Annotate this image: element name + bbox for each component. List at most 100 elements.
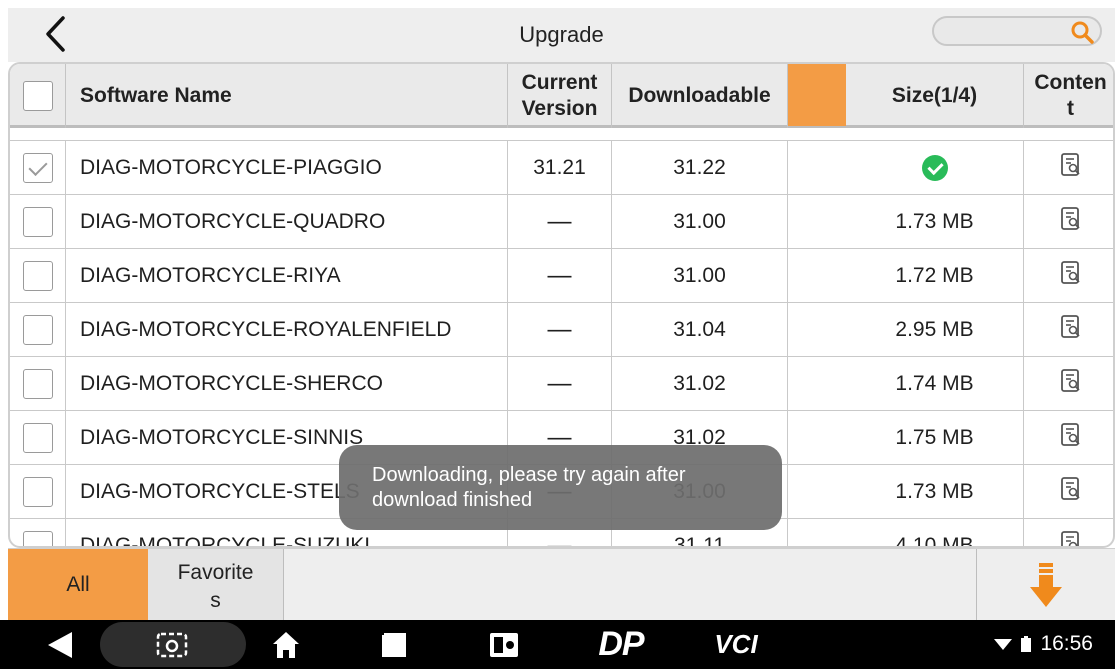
recents-icon <box>382 632 406 657</box>
content-view-icon[interactable] <box>1060 314 1082 346</box>
vci-logo: VCI <box>714 629 758 659</box>
row-checkbox[interactable] <box>22 477 53 507</box>
screenshot-icon <box>156 632 188 657</box>
clock: 16:56 <box>1040 632 1093 655</box>
software-name: DIAG-MOTORCYCLE-ROYALENFIELD <box>66 303 508 357</box>
nav-back-icon <box>48 631 72 658</box>
row-checkbox[interactable] <box>22 315 53 345</box>
content-cell <box>1024 519 1113 546</box>
content-view-icon[interactable] <box>1060 260 1082 292</box>
download-icon <box>1030 563 1062 607</box>
current-version: — <box>508 249 612 303</box>
download-toast: Downloading, please try again after down… <box>339 445 782 530</box>
column-current-version-line1: Current <box>521 71 598 94</box>
filter-tab-bar: All Favorite s <box>8 548 1115 621</box>
table-row[interactable]: DIAG-MOTORCYCLE-QUADRO — 31.00 1.73 MB <box>10 195 1113 249</box>
software-name: DIAG-MOTORCYCLE-SHERCO <box>66 357 508 411</box>
package-size: 1.74 MB <box>846 357 1024 411</box>
current-version: — <box>508 195 612 249</box>
table-header: Software Name Current Version Downloadab… <box>10 64 1113 128</box>
dp-logo-button[interactable]: DP <box>584 620 658 669</box>
downloaded-check-icon <box>921 155 948 181</box>
content-view-icon[interactable] <box>1060 530 1082 546</box>
row-select-cell <box>10 465 66 519</box>
current-version-dash: — <box>547 370 572 397</box>
content-view-icon[interactable] <box>1060 206 1082 238</box>
row-checkbox[interactable] <box>22 531 53 546</box>
downloadable-version: 31.02 <box>612 357 788 411</box>
row-select-cell <box>10 141 66 195</box>
current-version-dash: — <box>547 208 572 235</box>
search-icon[interactable] <box>1070 20 1094 44</box>
home-icon <box>273 631 299 658</box>
search-input[interactable] <box>932 16 1102 46</box>
row-select-cell <box>10 303 66 357</box>
column-software-name[interactable]: Software Name <box>66 64 508 128</box>
content-view-icon[interactable] <box>1060 152 1082 184</box>
tab-favorites[interactable]: Favorite s <box>148 549 284 621</box>
row-select-cell <box>10 411 66 465</box>
screenshot-button[interactable] <box>150 620 194 669</box>
package-size: 1.75 MB <box>846 411 1024 465</box>
status-area: 16:56 <box>994 632 1093 656</box>
select-all-checkbox[interactable] <box>22 81 53 111</box>
software-name: DIAG-MOTORCYCLE-PIAGGIO <box>66 141 508 195</box>
wifi-icon <box>994 639 1013 650</box>
recents-button[interactable] <box>374 620 414 669</box>
column-size[interactable]: Size(1/4) <box>846 64 1024 128</box>
package-size <box>846 141 1024 195</box>
download-button[interactable] <box>976 549 1115 621</box>
column-current-version-line2: Version <box>521 97 598 120</box>
row-checkbox[interactable] <box>22 369 53 399</box>
content-cell <box>1024 465 1113 519</box>
software-name: DIAG-MOTORCYCLE-QUADRO <box>66 195 508 249</box>
table-row[interactable]: DIAG-MOTORCYCLE-RIYA — 31.00 1.72 MB <box>10 249 1113 303</box>
package-size: 1.73 MB <box>846 195 1024 249</box>
column-content-line1: Conten <box>1034 71 1107 94</box>
table-row-partial <box>10 131 1113 141</box>
row-select-cell <box>10 357 66 411</box>
row-select-cell <box>10 249 66 303</box>
nav-back-button[interactable] <box>40 620 80 669</box>
tab-favorites-line2: s <box>210 589 221 612</box>
tab-favorites-line1: Favorite <box>177 561 254 584</box>
row-checkbox[interactable] <box>22 423 53 453</box>
content-view-icon[interactable] <box>1060 476 1082 508</box>
row-select-cell <box>10 519 66 546</box>
vehicle-app-button[interactable] <box>484 620 524 669</box>
battery-icon <box>1021 636 1032 652</box>
current-version-dash: — <box>547 316 572 343</box>
row-checkbox[interactable] <box>22 153 53 183</box>
content-cell <box>1024 141 1113 195</box>
table-row[interactable]: DIAG-MOTORCYCLE-ROYALENFIELD — 31.04 2.95 M… <box>10 303 1113 357</box>
dp-logo: DP <box>598 625 644 663</box>
current-version-dash: — <box>547 532 572 548</box>
current-version-dash: — <box>547 262 572 289</box>
column-current-version[interactable]: Current Version <box>508 64 612 128</box>
content-cell <box>1024 411 1113 465</box>
current-version: 31.21 <box>508 141 612 195</box>
tab-all[interactable]: All <box>8 549 148 621</box>
current-version: — <box>508 303 612 357</box>
software-name: DIAG-MOTORCYCLE-RIYA <box>66 249 508 303</box>
column-content-line2: t <box>1067 97 1074 120</box>
current-version: — <box>508 357 612 411</box>
package-size: 4.10 MB <box>846 519 1024 546</box>
select-all-cell <box>10 64 66 128</box>
column-downloadable[interactable]: Downloadable <box>612 64 788 128</box>
vci-logo-button[interactable]: VCI <box>704 620 768 669</box>
downloadable-version: 31.00 <box>612 195 788 249</box>
home-button[interactable] <box>266 620 306 669</box>
table-row[interactable]: DIAG-MOTORCYCLE-PIAGGIO 31.21 31.22 <box>10 141 1113 195</box>
content-cell <box>1024 249 1113 303</box>
row-checkbox[interactable] <box>22 261 53 291</box>
system-nav-bar: DP VCI 16:56 <box>0 620 1115 669</box>
content-cell <box>1024 195 1113 249</box>
downloadable-version: 31.04 <box>612 303 788 357</box>
content-view-icon[interactable] <box>1060 368 1082 400</box>
row-checkbox[interactable] <box>22 207 53 237</box>
table-row[interactable]: DIAG-MOTORCYCLE-SHERCO — 31.02 1.74 MB <box>10 357 1113 411</box>
package-size: 1.73 MB <box>846 465 1024 519</box>
column-content[interactable]: Conten t <box>1024 64 1113 128</box>
content-view-icon[interactable] <box>1060 422 1082 454</box>
